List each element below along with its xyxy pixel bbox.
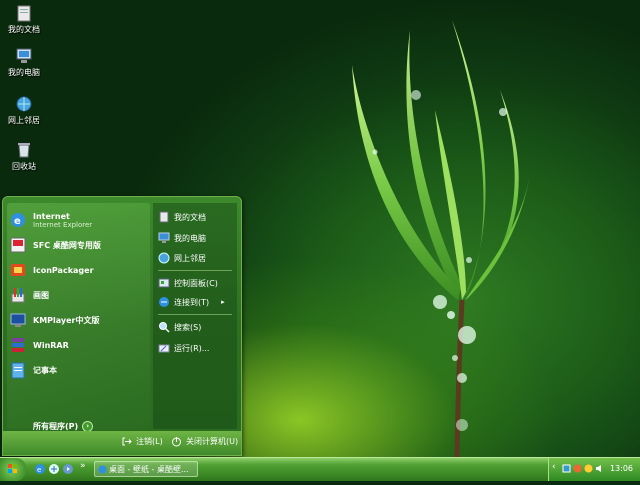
internet-explorer-icon: e bbox=[11, 213, 25, 227]
menu-item-kmplayer[interactable]: KMPlayer中文版 bbox=[9, 309, 147, 331]
places-run[interactable]: 运行(R)... bbox=[158, 340, 238, 356]
media-player-icon[interactable] bbox=[62, 463, 74, 475]
user-tray-icon[interactable] bbox=[584, 464, 593, 473]
menu-item-sfc[interactable]: SFC 桌酷网专用版 bbox=[9, 234, 147, 256]
network-icon bbox=[158, 252, 170, 264]
menu-item-label: SFC 桌酷网专用版 bbox=[33, 240, 101, 250]
menu-item-notepad[interactable]: 记事本 bbox=[9, 359, 147, 381]
system-tray: ‹ 13:06 bbox=[548, 458, 640, 481]
program-tray-icon[interactable] bbox=[573, 464, 582, 473]
places-label: 连接到(T) bbox=[174, 297, 210, 307]
control-panel-icon bbox=[158, 278, 170, 288]
menu-item-iconpackager[interactable]: IconPackager bbox=[9, 259, 147, 281]
places-network[interactable]: 网上邻居 bbox=[158, 250, 238, 266]
desktop-icon-label: 回收站 bbox=[12, 162, 36, 171]
volume-icon[interactable] bbox=[595, 464, 604, 473]
svg-text:e: e bbox=[37, 466, 41, 474]
places-label: 控制面板(C) bbox=[174, 278, 218, 288]
separator bbox=[158, 314, 232, 315]
menu-item-label: IconPackager bbox=[33, 265, 94, 275]
connect-icon bbox=[159, 297, 169, 307]
desktop-icon-label: 网上邻居 bbox=[8, 116, 40, 125]
network-status-icon[interactable] bbox=[562, 464, 571, 473]
recycle-bin-icon bbox=[18, 143, 30, 158]
logoff-icon bbox=[122, 437, 132, 446]
places-label: 运行(R)... bbox=[174, 343, 210, 353]
menu-item-internet-explorer[interactable]: e Internet Internet Explorer bbox=[9, 209, 147, 231]
search-icon bbox=[159, 322, 170, 333]
shutdown-label: 关闭计算机(U) bbox=[186, 437, 239, 446]
clock[interactable]: 13:06 bbox=[610, 464, 633, 473]
internet-explorer-icon bbox=[98, 465, 107, 474]
tray-expand-button[interactable]: ‹ bbox=[552, 462, 556, 472]
network-icon bbox=[16, 96, 32, 112]
show-desktop-icon[interactable] bbox=[48, 463, 60, 475]
taskbar: e » 桌面 - 壁纸 - 桌酷壁... ‹ 13:06 bbox=[0, 457, 640, 481]
iconpackager-icon bbox=[11, 264, 25, 276]
task-label: 桌面 - 壁纸 - 桌酷壁... bbox=[109, 465, 189, 474]
computer-icon bbox=[158, 232, 170, 243]
places-control-panel[interactable]: 控制面板(C) bbox=[158, 275, 238, 291]
menu-item-label: Internet bbox=[33, 211, 70, 221]
documents-icon bbox=[159, 211, 169, 223]
desktop-icon-my-documents[interactable]: 我的文档 bbox=[0, 4, 48, 35]
internet-explorer-icon[interactable]: e bbox=[34, 463, 46, 475]
separator bbox=[158, 270, 232, 271]
logoff-label: 注销(L) bbox=[136, 437, 163, 446]
places-my-documents[interactable]: 我的文档 bbox=[158, 209, 238, 225]
start-menu: e Internet Internet Explorer SFC 桌酷网专用版 … bbox=[2, 196, 242, 456]
places-label: 我的电脑 bbox=[174, 233, 206, 243]
svg-text:e: e bbox=[14, 216, 21, 227]
start-button[interactable] bbox=[0, 458, 26, 481]
winrar-icon bbox=[12, 338, 24, 352]
menu-item-label: KMPlayer中文版 bbox=[33, 315, 100, 325]
menu-item-winrar[interactable]: WinRAR bbox=[9, 334, 147, 356]
desktop-icon-my-computer[interactable]: 我的电脑 bbox=[0, 47, 48, 78]
menu-item-paint[interactable]: 画图 bbox=[9, 284, 147, 306]
computer-icon bbox=[16, 48, 32, 63]
desktop-icon-recycle-bin[interactable]: 回收站 bbox=[0, 141, 48, 172]
start-menu-footer: 注销(L) 关闭计算机(U) bbox=[3, 431, 241, 455]
places-label: 网上邻居 bbox=[174, 253, 206, 263]
power-icon bbox=[172, 437, 181, 447]
paint-icon bbox=[11, 288, 25, 303]
taskbar-task-button[interactable]: 桌面 - 壁纸 - 桌酷壁... bbox=[94, 461, 198, 477]
logoff-button[interactable]: 注销(L) bbox=[121, 436, 163, 447]
places-my-computer[interactable]: 我的电脑 bbox=[158, 230, 238, 246]
notepad-icon bbox=[11, 362, 25, 379]
places-search[interactable]: 搜索(S) bbox=[158, 319, 238, 335]
places-connect-to[interactable]: 连接到(T) ▸ bbox=[158, 294, 238, 310]
sfc-icon bbox=[10, 237, 26, 253]
shutdown-button[interactable]: 关闭计算机(U) bbox=[171, 436, 238, 447]
desktop-icon-label: 我的电脑 bbox=[8, 68, 40, 77]
run-icon bbox=[158, 344, 170, 353]
kmplayer-icon bbox=[10, 313, 26, 327]
desktop-icon-label: 我的文档 bbox=[8, 25, 40, 34]
quick-launch-more[interactable]: » bbox=[80, 461, 86, 471]
desktop-icon-network[interactable]: 网上邻居 bbox=[0, 95, 48, 126]
places-label: 我的文档 bbox=[174, 212, 206, 222]
folder-documents-icon bbox=[17, 5, 31, 22]
menu-item-label: 画图 bbox=[33, 290, 49, 300]
chevron-right-icon: ▸ bbox=[221, 298, 225, 306]
menu-item-label: 记事本 bbox=[33, 365, 57, 375]
menu-item-sublabel: Internet Explorer bbox=[33, 220, 93, 229]
places-label: 搜索(S) bbox=[174, 322, 202, 332]
windows-logo-icon bbox=[8, 464, 17, 473]
menu-item-label: WinRAR bbox=[33, 340, 69, 350]
